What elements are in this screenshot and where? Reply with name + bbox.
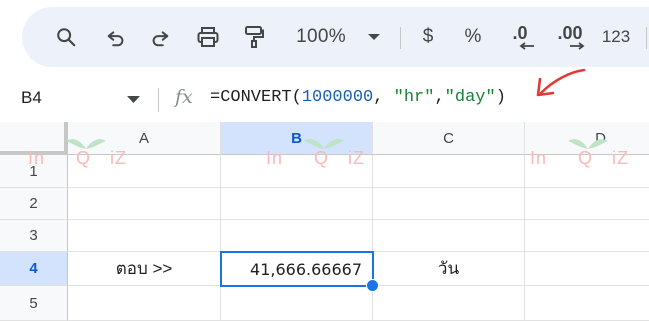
zoom-value: 100% bbox=[296, 26, 346, 47]
zoom-select[interactable]: 100% bbox=[288, 21, 354, 53]
name-box[interactable]: B4 bbox=[21, 88, 42, 108]
more-formats-label: 123 bbox=[601, 27, 631, 46]
print-icon[interactable] bbox=[192, 21, 224, 53]
cell-c2[interactable] bbox=[373, 188, 525, 220]
column-header-b[interactable]: B bbox=[221, 122, 373, 155]
cell-c1[interactable] bbox=[373, 155, 525, 188]
formula-separator: , bbox=[434, 88, 445, 107]
cell-b4[interactable]: 41,666.66667 bbox=[220, 251, 374, 287]
search-icon[interactable] bbox=[50, 21, 82, 53]
formula-number: 1000000 bbox=[301, 88, 374, 107]
cell-a2[interactable] bbox=[68, 188, 221, 220]
formula-bar-divider bbox=[158, 88, 159, 112]
cell-c4[interactable]: วัน bbox=[373, 252, 525, 286]
right-arrow-icon bbox=[570, 42, 585, 50]
row-header-1[interactable]: 1 bbox=[0, 155, 68, 188]
cell-a5[interactable] bbox=[68, 286, 221, 321]
cell-d4[interactable] bbox=[525, 252, 649, 286]
annotation-arrow-icon bbox=[536, 68, 586, 97]
cell-b1[interactable] bbox=[221, 155, 373, 188]
formula-string: "hr" bbox=[393, 88, 435, 107]
column-header-c[interactable]: C bbox=[373, 122, 525, 155]
left-arrow-icon bbox=[519, 42, 534, 50]
undo-icon[interactable] bbox=[100, 21, 132, 53]
formula-input[interactable]: =CONVERT(1000000, "hr","day") bbox=[210, 88, 506, 107]
cell-d2[interactable] bbox=[525, 188, 649, 220]
formula-string: "day" bbox=[444, 88, 496, 107]
column-header-a[interactable]: A bbox=[68, 122, 221, 155]
toolbar-divider bbox=[400, 27, 401, 49]
decrease-decimal-button[interactable]: .0 bbox=[502, 21, 538, 53]
name-box-dropdown-icon[interactable] bbox=[127, 96, 140, 103]
cell-b2[interactable] bbox=[221, 188, 373, 220]
select-all-corner[interactable] bbox=[0, 122, 68, 155]
cell-b5[interactable] bbox=[221, 286, 373, 321]
spreadsheet-app: 100% $ % .0 .00 123 B4 fx =CONVERT(10000… bbox=[0, 0, 649, 321]
currency-label: $ bbox=[422, 26, 434, 47]
row-header-4[interactable]: 4 bbox=[0, 252, 68, 286]
column-header-d[interactable]: D bbox=[525, 122, 649, 155]
decrease-decimal-label: .0 bbox=[512, 23, 528, 43]
percent-format-button[interactable]: % bbox=[460, 21, 486, 53]
zoom-dropdown-icon[interactable] bbox=[364, 21, 384, 53]
increase-decimal-label: .00 bbox=[557, 23, 583, 43]
currency-format-button[interactable]: $ bbox=[415, 21, 441, 53]
toolbar-divider bbox=[646, 27, 647, 49]
row-header-2[interactable]: 2 bbox=[0, 188, 68, 220]
formula-prefix: =CONVERT( bbox=[210, 88, 302, 107]
toolbar: 100% $ % .0 .00 123 bbox=[22, 7, 649, 67]
cell-c3[interactable] bbox=[373, 220, 525, 252]
formula-separator: , bbox=[373, 88, 394, 107]
cell-b3[interactable] bbox=[221, 220, 373, 252]
cell-c5[interactable] bbox=[373, 286, 525, 321]
fx-icon: fx bbox=[175, 86, 193, 108]
cell-d1[interactable] bbox=[525, 155, 649, 188]
cell-a1[interactable] bbox=[68, 155, 221, 188]
cell-d3[interactable] bbox=[525, 220, 649, 252]
row-header-5[interactable]: 5 bbox=[0, 286, 68, 321]
sheet-grid: A B C D 1 2 3 4 5 ตอบ >> 41,666.66667 วั… bbox=[0, 122, 649, 321]
row-header-3[interactable]: 3 bbox=[0, 220, 68, 252]
more-formats-button[interactable]: 123 bbox=[598, 21, 634, 53]
increase-decimal-button[interactable]: .00 bbox=[550, 21, 590, 53]
fill-handle[interactable] bbox=[366, 279, 379, 292]
percent-label: % bbox=[464, 26, 482, 47]
cell-d5[interactable] bbox=[525, 286, 649, 321]
cell-a4[interactable]: ตอบ >> bbox=[68, 252, 221, 286]
paint-format-icon[interactable] bbox=[238, 21, 270, 53]
redo-icon[interactable] bbox=[144, 21, 176, 53]
formula-suffix: ) bbox=[495, 88, 506, 107]
cell-a3[interactable] bbox=[68, 220, 221, 252]
